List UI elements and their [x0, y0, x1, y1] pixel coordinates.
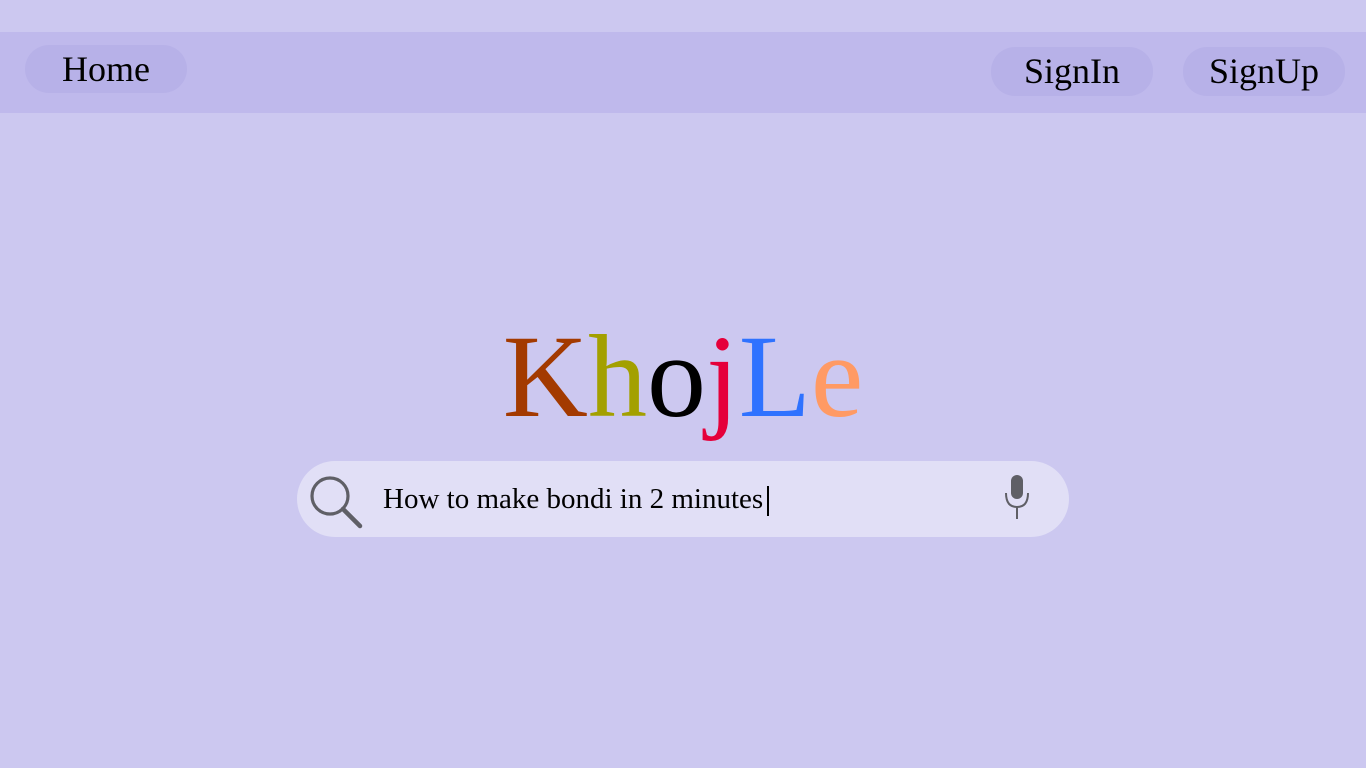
signup-button[interactable]: SignUp	[1183, 47, 1345, 96]
search-bar[interactable]: How to make bondi in 2 minutes	[297, 461, 1069, 537]
logo-letter: o	[646, 311, 706, 442]
khojle-logo: KhojLe	[0, 312, 1366, 442]
top-navigation-bar	[0, 32, 1366, 113]
search-icon[interactable]	[307, 473, 365, 531]
logo-letter: h	[587, 311, 647, 442]
search-input[interactable]: How to make bondi in 2 minutes	[383, 461, 770, 537]
logo-letter: e	[810, 311, 864, 442]
signin-button[interactable]: SignIn	[991, 47, 1153, 96]
microphone-icon[interactable]	[1001, 473, 1033, 523]
logo-letter: K	[502, 311, 588, 442]
logo-letter: j	[705, 311, 739, 442]
text-cursor	[767, 486, 770, 517]
home-button[interactable]: Home	[25, 45, 187, 93]
search-input-value: How to make bondi in 2 minutes	[383, 483, 764, 515]
logo-letter: L	[738, 311, 811, 442]
